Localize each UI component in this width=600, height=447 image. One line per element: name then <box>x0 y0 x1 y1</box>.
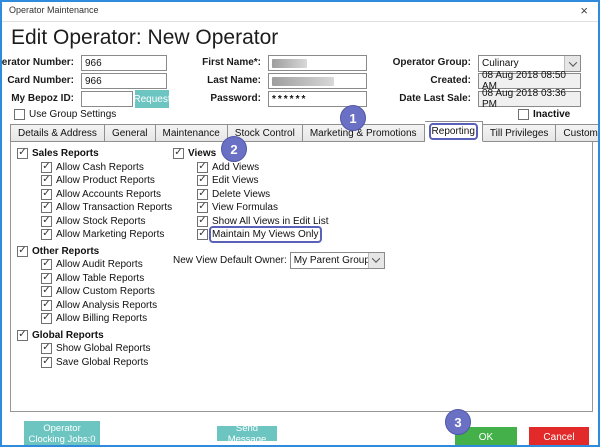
send-message-button[interactable]: Send Message <box>217 426 277 441</box>
created-label: Created: <box>430 73 471 89</box>
checkbox-checked[interactable] <box>41 273 52 284</box>
checkbox-row[interactable]: Allow Transaction Reports <box>17 201 172 215</box>
new-view-default-owner-row: New View Default Owner: My Parent Group <box>173 252 385 269</box>
new-view-default-owner-select[interactable]: My Parent Group <box>290 252 385 269</box>
checkbox-row[interactable]: Add Views <box>173 161 385 175</box>
operator-group-label: Operator Group: <box>393 55 471 71</box>
checkbox-row[interactable]: Delete Views <box>173 188 385 202</box>
checkbox-unchecked[interactable] <box>14 109 25 120</box>
operator-number-label: Operator Number: <box>0 55 74 71</box>
checkbox-row[interactable]: Allow Audit Reports <box>17 258 172 272</box>
created-value: 08 Aug 2018 08:50 AM <box>478 73 581 89</box>
checkbox-row[interactable]: Allow Custom Reports <box>17 285 172 299</box>
checkbox-row[interactable]: Allow Analysis Reports <box>17 299 172 313</box>
reporting-panel: Sales Reports Allow Cash Reports Allow P… <box>10 141 593 412</box>
section-global-reports: Global Reports <box>17 329 172 343</box>
checkbox-checked[interactable] <box>17 330 28 341</box>
checkbox-checked[interactable] <box>41 286 52 297</box>
checkbox-row[interactable]: View Formulas <box>173 201 385 215</box>
redacted-first-name <box>272 59 307 68</box>
tab-strip: Details & Address General Maintenance St… <box>10 122 600 142</box>
checkbox-checked[interactable] <box>197 189 208 200</box>
operator-number-input[interactable] <box>81 55 167 71</box>
redacted-last-name <box>272 77 334 86</box>
operator-maintenance-window: Operator Maintenance × Edit Operator: Ne… <box>0 0 600 447</box>
checkbox-checked[interactable] <box>17 246 28 257</box>
first-name-input[interactable] <box>268 55 367 71</box>
annotation-step-3: 3 <box>445 409 471 435</box>
section-sales-reports: Sales Reports <box>17 147 172 161</box>
reports-column: Sales Reports Allow Cash Reports Allow P… <box>17 147 172 369</box>
first-name-label: First Name*: <box>202 55 261 71</box>
tab-general[interactable]: General <box>105 124 156 142</box>
checkbox-checked[interactable] <box>41 259 52 270</box>
date-last-sale-value: 08 Aug 2018 03:36 PM <box>478 91 581 107</box>
tab-details-address[interactable]: Details & Address <box>10 124 105 142</box>
checkbox-row[interactable]: Show All Views in Edit List <box>173 215 385 229</box>
checkbox-checked[interactable] <box>41 162 52 173</box>
my-bepoz-id-input[interactable] <box>81 91 133 107</box>
checkbox-checked[interactable] <box>41 202 52 213</box>
page-title: Edit Operator: New Operator <box>11 26 278 50</box>
title-bar: Operator Maintenance × <box>2 2 598 22</box>
checkbox-row[interactable]: Edit Views <box>173 174 385 188</box>
tab-till-privileges[interactable]: Till Privileges <box>483 124 557 142</box>
checkbox-row[interactable]: Allow Marketing Reports <box>17 228 172 242</box>
inactive-checkbox[interactable]: Inactive <box>518 109 570 120</box>
operator-clocking-jobs-button[interactable]: Operator Clocking Jobs:0 <box>24 421 100 447</box>
checkbox-checked[interactable] <box>41 189 52 200</box>
card-number-label: Card Number: <box>7 73 74 89</box>
tab-marketing-promotions[interactable]: Marketing & Promotions <box>303 124 425 142</box>
cancel-button[interactable]: Cancel <box>529 427 589 447</box>
checkbox-row[interactable]: Allow Billing Reports <box>17 312 172 326</box>
date-last-sale-label: Date Last Sale: <box>399 91 471 107</box>
checkbox-checked[interactable] <box>41 229 52 240</box>
tab-reporting[interactable]: Reporting <box>425 121 483 142</box>
checkbox-checked[interactable] <box>41 343 52 354</box>
tab-custom-info[interactable]: Custom Info <box>556 124 600 142</box>
card-number-input[interactable] <box>81 73 167 89</box>
checkbox-row[interactable]: Allow Stock Reports <box>17 215 172 229</box>
checkbox-checked[interactable] <box>41 216 52 227</box>
section-other-reports: Other Reports <box>17 245 172 259</box>
last-name-input[interactable] <box>268 73 367 89</box>
tab-maintenance[interactable]: Maintenance <box>156 124 228 142</box>
checkbox-checked[interactable] <box>41 357 52 368</box>
checkbox-row[interactable]: Allow Accounts Reports <box>17 188 172 202</box>
checkbox-checked[interactable] <box>41 175 52 186</box>
close-icon[interactable]: × <box>580 3 588 19</box>
checkbox-checked[interactable] <box>41 313 52 324</box>
section-views: Views <box>173 147 385 161</box>
checkbox-row[interactable]: Allow Product Reports <box>17 174 172 188</box>
checkbox-unchecked[interactable] <box>518 109 529 120</box>
last-name-label: Last Name: <box>207 73 261 89</box>
checkbox-checked[interactable] <box>197 202 208 213</box>
checkbox-row[interactable]: Show Global Reports <box>17 342 172 356</box>
views-column: Views Add Views Edit Views Delete Views … <box>173 147 385 269</box>
checkbox-checked[interactable] <box>41 300 52 311</box>
checkbox-checked[interactable] <box>17 148 28 159</box>
checkbox-checked[interactable] <box>173 148 184 159</box>
chevron-down-icon[interactable] <box>368 253 384 268</box>
window-title: Operator Maintenance <box>9 5 99 15</box>
checkbox-checked[interactable] <box>197 216 208 227</box>
annotation-step-2: 2 <box>221 136 247 162</box>
annotation-step-1: 1 <box>340 105 366 131</box>
checkbox-row[interactable]: Save Global Reports <box>17 356 172 370</box>
checkbox-row[interactable]: Allow Table Reports <box>17 272 172 286</box>
use-group-settings-checkbox[interactable]: Use Group Settings <box>14 109 116 120</box>
new-view-default-owner-label: New View Default Owner: <box>173 255 287 266</box>
password-label: Password: <box>210 91 261 107</box>
checkbox-checked[interactable] <box>197 229 208 240</box>
checkbox-row-maintain-my-views-only[interactable]: Maintain My Views Only <box>173 228 385 242</box>
my-bepoz-id-label: My Bepoz ID: <box>11 91 74 107</box>
checkbox-checked[interactable] <box>197 162 208 173</box>
checkbox-checked[interactable] <box>197 175 208 186</box>
request-button[interactable]: Request <box>135 90 169 108</box>
chevron-down-icon[interactable] <box>564 56 580 71</box>
checkbox-row[interactable]: Allow Cash Reports <box>17 161 172 175</box>
